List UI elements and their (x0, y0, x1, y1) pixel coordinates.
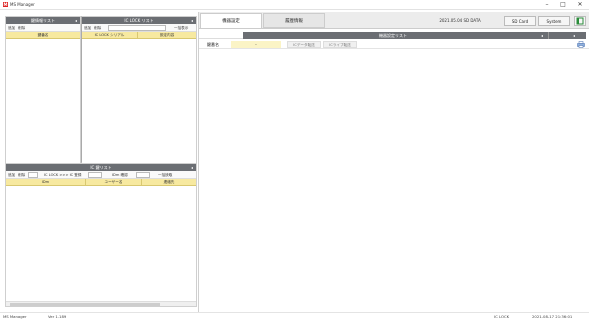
status-datetime: 2021-08-17 21:36:01 (532, 314, 573, 319)
settings-list-header: 機器設定リスト ◂ ◂ (243, 32, 586, 39)
key-add-button[interactable]: 追加 (8, 25, 15, 31)
column-idm[interactable]: IDm (6, 179, 86, 186)
iclock-list-column-header: IC LOCK シリアル 設定内容 (82, 32, 196, 39)
column-iclock-serial[interactable]: IC LOCK シリアル (82, 32, 138, 39)
key-select[interactable]: - (231, 41, 281, 48)
key-list-toolbar: 追加 削除 (6, 24, 80, 32)
ic-data-transfer-button[interactable]: ICデータ転送 (287, 41, 321, 48)
iclock-list-toolbar: 追加 削除 一括表示 (82, 24, 196, 32)
key-list-title: 鍵情報リスト (31, 18, 55, 23)
idm-confirm-button[interactable]: IDm 確認 (112, 172, 128, 178)
tab-history[interactable]: 履歴情報 (263, 13, 325, 28)
iclock-filter-input[interactable] (108, 25, 166, 31)
column-key-name[interactable]: 鍵番名 (6, 32, 80, 39)
header-divider (548, 32, 549, 39)
ic-key-delete-button[interactable]: 削除 (18, 172, 25, 178)
minimize-button[interactable]: – (540, 1, 554, 9)
collapse-icon[interactable]: ◂ (573, 32, 575, 39)
ic-key-list-pane: IC 鍵リスト ◂ 追加 削除 IC LOCK >>> IC 登録 IDm 確認… (5, 163, 197, 307)
iclock-delete-button[interactable]: 削除 (94, 25, 101, 31)
iclock-list-grid[interactable] (82, 39, 196, 163)
ic-key-column-header: IDm ユーザー名 連絡先 (6, 179, 196, 186)
ic-key-list-header: IC 鍵リスト ◂ (6, 164, 196, 171)
panel-icon (576, 17, 584, 25)
key-list-pane: 鍵情報リスト ◂ 追加 削除 鍵番名 (5, 16, 81, 163)
key-list-column-header: 鍵番名 (6, 32, 80, 39)
iclock-to-ic-button[interactable]: IC LOCK >>> IC 登録 (44, 172, 82, 178)
key-delete-button[interactable]: 削除 (18, 25, 25, 31)
ic-key-grid[interactable] (6, 186, 196, 298)
iclock-list-pane: IC LOCK リスト ◂ 追加 削除 一括表示 IC LOCK シリアル 設定… (81, 16, 197, 163)
show-all-button[interactable]: 一括表示 (174, 25, 188, 31)
scrollbar-thumb[interactable] (10, 303, 160, 306)
iclock-list-title: IC LOCK リスト (124, 18, 154, 23)
key-list-grid[interactable] (6, 39, 80, 163)
maximize-button[interactable]: □ (556, 1, 570, 9)
ic-key-add-button[interactable]: 追加 (8, 172, 15, 178)
collapse-icon[interactable]: ◂ (191, 17, 193, 24)
main-content-area (199, 50, 589, 312)
print-icon[interactable] (577, 41, 585, 48)
sd-card-button[interactable]: SD Card (504, 16, 536, 26)
settings-row: 鍵番名 - ICデータ転送 ICライブ転送 (199, 40, 589, 49)
idm-input[interactable] (136, 172, 150, 178)
ic-key-filter-input[interactable] (88, 172, 102, 178)
collapse-icon[interactable]: ◂ (75, 17, 77, 24)
collapse-icon[interactable]: ◂ (541, 32, 543, 39)
ic-key-toolbar: 追加 削除 IC LOCK >>> IC 登録 IDm 確認 一括読取 (6, 171, 196, 179)
close-button[interactable]: ✕ (573, 1, 587, 9)
column-user-name[interactable]: ユーザー名 (86, 179, 142, 186)
iclock-list-header: IC LOCK リスト ◂ (82, 17, 196, 24)
collapse-icon[interactable]: ◂ (191, 164, 193, 171)
horizontal-scrollbar[interactable] (6, 301, 196, 306)
iclock-add-button[interactable]: 追加 (84, 25, 91, 31)
tab-device-settings[interactable]: 機器設定 (200, 13, 262, 28)
ic-key-list-title: IC 鍵リスト (90, 165, 112, 170)
settings-list-corner (199, 32, 243, 39)
register-all-button[interactable]: 一括読取 (158, 172, 172, 178)
status-version: Ver 1.189 (48, 314, 67, 319)
status-device: IC LOCK (494, 314, 510, 319)
sd-data-date: 2021.05.04 SD DATA (439, 18, 481, 23)
key-list-header: 鍵情報リスト ◂ (6, 17, 80, 24)
app-logo-icon: M (3, 2, 8, 7)
column-settings[interactable]: 設定内容 (138, 32, 196, 39)
panel-toggle-button[interactable] (574, 16, 586, 26)
ic-key-count-input[interactable] (28, 172, 38, 178)
settings-list-title: 機器設定リスト (379, 33, 407, 38)
title-bar: M MS Manager – □ ✕ (0, 0, 589, 10)
status-bar: MS Manager Ver 1.189 IC LOCK 2021-08-17 … (0, 312, 589, 320)
system-button[interactable]: System (538, 16, 570, 26)
window-title: MS Manager (10, 2, 35, 7)
column-contact[interactable]: 連絡先 (142, 179, 196, 186)
ic-live-transfer-button[interactable]: ICライブ転送 (323, 41, 357, 48)
settings-row-label: 鍵番名 (207, 42, 219, 47)
status-app-name: MS Manager (3, 314, 27, 319)
